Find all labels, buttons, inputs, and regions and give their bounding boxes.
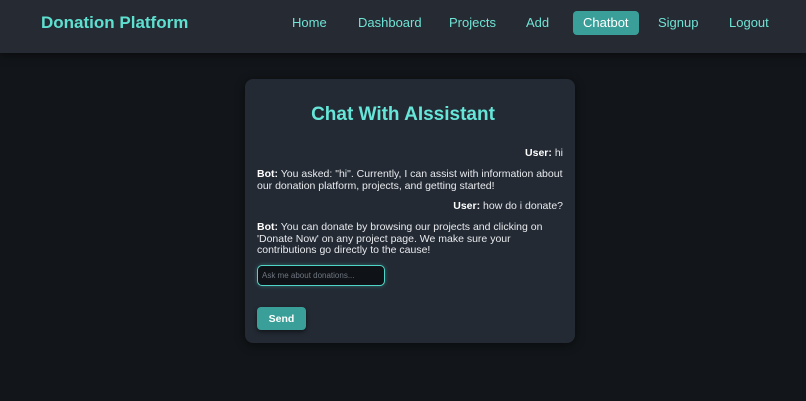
chat-input[interactable] [257,265,385,286]
send-button[interactable]: Send [257,307,306,330]
message-speaker: User: [453,200,481,212]
message-speaker: Bot: [257,221,278,233]
message-text: hi [554,147,563,159]
nav-link-chatbot[interactable]: Chatbot [573,11,639,35]
brand-title[interactable]: Donation Platform [41,13,188,33]
nav-link-home[interactable]: Home [292,11,327,35]
message-text: You asked: "hi". Currently, I can assist… [257,168,563,192]
chat-title: Chat With AIssistant [311,104,495,125]
nav-link-logout[interactable]: Logout [729,11,769,35]
top-navbar: Donation Platform Home Dashboard Project… [0,0,806,53]
message-speaker: Bot: [257,168,278,180]
message-speaker: User: [525,147,552,159]
nav-link-signup[interactable]: Signup [658,11,698,35]
nav-link-projects[interactable]: Projects [449,11,496,35]
message-text: how do i donate? [483,200,563,212]
chat-message-bot: Bot: You asked: "hi". Currently, I can a… [257,168,563,192]
chat-message-user: User: hi [257,147,563,160]
nav-link-dashboard[interactable]: Dashboard [358,11,422,35]
chat-message-bot: Bot: You can donate by browsing our proj… [257,221,567,257]
message-text: You can donate by browsing our projects … [257,221,543,256]
nav-link-add[interactable]: Add [526,11,549,35]
chat-message-user: User: how do i donate? [257,200,563,213]
